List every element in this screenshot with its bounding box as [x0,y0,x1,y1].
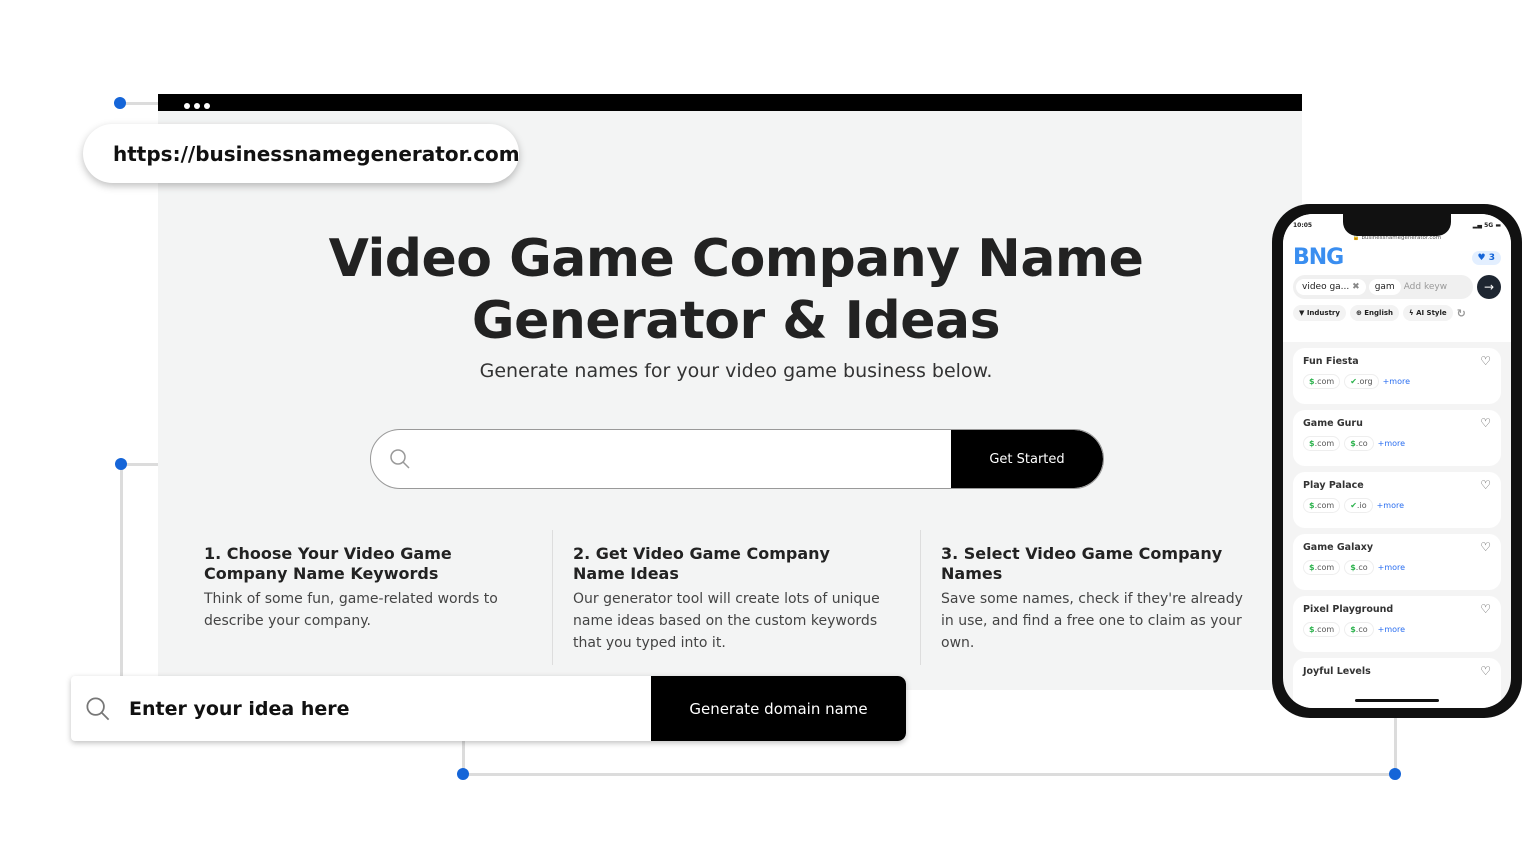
status-signal: ▂▄ 5G ▬ [1472,222,1501,229]
result-card[interactable]: Game Guru ♡ $.com $.co +more [1293,410,1501,466]
step-3: 3. Select Video Game Company Names Save s… [941,544,1271,654]
tld-chip[interactable]: ✔.io [1344,498,1373,513]
filter-industry[interactable]: ▼ Industry [1293,305,1346,321]
more-link[interactable]: +more [1377,501,1404,510]
more-link[interactable]: +more [1383,377,1410,386]
keyword-chip[interactable]: video ga... ✖ [1296,279,1366,295]
keyword-placeholder: Add keyw [1403,282,1448,292]
connector-line [1394,718,1397,774]
check-icon: ✔ [1350,501,1357,510]
tld-chip[interactable]: $.com [1303,560,1341,575]
phone-screen: 10:05 ▂▄ 5G ▬ 🔒 businessnamegenerator.com… [1283,214,1511,708]
search-icon [86,696,110,720]
idea-input[interactable]: Enter your idea here [71,676,651,741]
connector-line [120,464,123,676]
idea-placeholder: Enter your idea here [129,697,350,720]
more-link[interactable]: +more [1378,563,1405,572]
step-title: 3. Select Video Game Company Names [941,544,1223,583]
step-text: Think of some fun, game-related words to… [204,591,498,629]
filter-ai-style[interactable]: ϟ AI Style [1403,305,1453,321]
heart-icon[interactable]: ♡ [1480,664,1491,678]
more-link[interactable]: +more [1378,625,1405,634]
status-time: 10:05 [1293,222,1313,229]
url-text: https://businessnamegenerator.com [113,141,520,166]
result-card[interactable]: Fun Fiesta ♡ $.com ✔.org +more [1293,348,1501,404]
step-title: 2. Get Video Game Company Name Ideas [573,544,830,583]
result-name: Joyful Levels [1303,666,1371,677]
tld-chip[interactable]: $.co [1344,622,1374,637]
step-2: 2. Get Video Game Company Name Ideas Our … [573,544,883,654]
heart-icon[interactable]: ♡ [1480,540,1491,554]
divider [552,530,553,665]
generate-domain-button[interactable]: Generate domain name [651,676,906,741]
idea-bar: Enter your idea here Generate domain nam… [71,676,906,741]
step-1: 1. Choose Your Video Game Company Name K… [204,544,524,632]
filter-language[interactable]: ⊕ English [1349,305,1399,321]
remove-icon: ✖ [1352,282,1360,292]
divider [920,530,921,665]
heart-icon[interactable]: ♡ [1480,478,1491,492]
arrow-right-icon[interactable]: → [1477,275,1501,299]
search-icon [390,449,410,469]
heart-icon[interactable]: ♡ [1480,416,1491,430]
tld-chip[interactable]: $.com [1303,436,1341,451]
check-icon: ✔ [1350,377,1357,386]
keyword-chip[interactable]: gam [1368,279,1401,295]
connector-dot [115,458,127,470]
more-link[interactable]: +more [1378,439,1405,448]
result-card[interactable]: Pixel Playground ♡ $.com $.co +more [1293,596,1501,652]
result-name: Pixel Playground [1303,604,1394,615]
page-subtitle: Generate names for your video game busin… [479,360,993,382]
result-name: Game Guru [1303,418,1363,429]
result-name: Play Palace [1303,480,1364,491]
heart-icon: ♥ [1477,252,1486,263]
step-title: 1. Choose Your Video Game Company Name K… [204,544,452,583]
page-title: Video Game Company Name Generator & Idea… [158,228,1314,352]
bng-logo: BNG [1293,245,1344,270]
tld-chip[interactable]: $.co [1344,560,1374,575]
tld-chip[interactable]: $.com [1303,498,1341,513]
refresh-icon[interactable]: ↻ [1457,307,1466,320]
title-line: Generator & Ideas [471,291,1001,351]
connector-dot [457,768,469,780]
results-list: Fun Fiesta ♡ $.com ✔.org +more Game Guru ♡ $.co… [1283,348,1511,708]
keyword-input[interactable]: video ga... ✖ gam Add keyw [1293,275,1473,299]
title-line: Video Game Company Name [328,229,1144,289]
hero-search-input[interactable] [371,430,951,488]
step-text: Save some names, check if they're alread… [941,591,1243,651]
connector-dot [1389,768,1401,780]
result-name: Game Galaxy [1303,542,1374,553]
heart-icon[interactable]: ♡ [1480,354,1491,368]
hero-search-bar: Get Started [370,429,1104,489]
result-name: Fun Fiesta [1303,356,1359,367]
tld-chip[interactable]: $.com [1303,374,1341,389]
heart-icon[interactable]: ♡ [1480,602,1491,616]
step-text: Our generator tool will create lots of u… [573,591,880,651]
connector-dot [114,97,126,109]
connector-line [463,773,1395,776]
home-indicator [1355,699,1439,702]
phone-mockup: 10:05 ▂▄ 5G ▬ 🔒 businessnamegenerator.com… [1272,204,1522,718]
result-card[interactable]: Game Galaxy ♡ $.com $.co +more [1293,534,1501,590]
tld-chip[interactable]: $.co [1344,436,1374,451]
browser-title-bar [158,94,1302,111]
favorites-button[interactable]: ♥ 3 [1471,250,1501,265]
tld-chip[interactable]: ✔.org [1344,374,1379,389]
url-bar[interactable]: https://businessnamegenerator.com [83,124,520,183]
get-started-button[interactable]: Get Started [951,430,1103,488]
phone-notch [1343,214,1451,236]
result-card[interactable]: Play Palace ♡ $.com ✔.io +more [1293,472,1501,528]
tld-chip[interactable]: $.com [1303,622,1341,637]
